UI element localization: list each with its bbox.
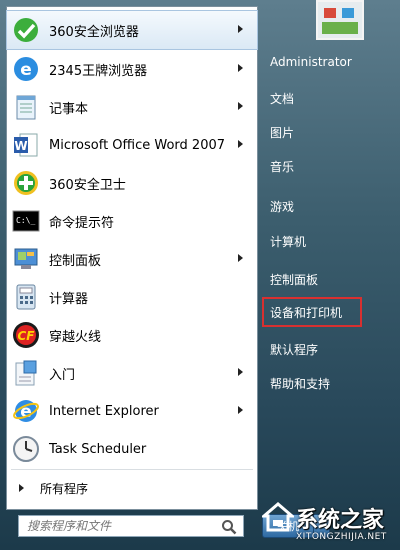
2345-browser-icon: e <box>11 54 41 84</box>
menu-item-label: Internet Explorer <box>49 403 159 419</box>
menu-item-notepad[interactable]: 记事本 <box>7 88 257 126</box>
svg-text:C:\_: C:\_ <box>16 216 35 225</box>
menu-item-crossfire[interactable]: CF 穿越火线 <box>7 316 257 354</box>
search-icon[interactable] <box>221 519 237 539</box>
watermark-logo-icon <box>262 502 294 532</box>
start-menu: 360安全浏览器 e 2345王牌浏览器 记事本 W Microsoft Off… <box>0 0 400 550</box>
word-icon: W <box>11 130 41 160</box>
programs-panel: 360安全浏览器 e 2345王牌浏览器 记事本 W Microsoft Off… <box>6 6 258 510</box>
right-item-help-and-support[interactable]: 帮助和支持 <box>262 368 362 398</box>
right-item-games[interactable]: 游戏 <box>262 191 362 221</box>
submenu-arrow-icon[interactable] <box>238 102 243 110</box>
menu-item-getting-started[interactable]: 入门 <box>7 354 257 392</box>
ie-icon: e <box>11 396 41 426</box>
menu-item-label: 入门 <box>49 367 76 383</box>
notepad-icon <box>11 92 41 122</box>
submenu-arrow-icon[interactable] <box>238 254 243 262</box>
menu-item-label: 穿越火线 <box>49 329 102 345</box>
menu-item-label: 计算器 <box>49 291 89 307</box>
right-item-user[interactable]: Administrator <box>262 47 362 77</box>
menu-item-word-2007[interactable]: W Microsoft Office Word 2007 <box>7 126 257 164</box>
menu-item-label: 2345王牌浏览器 <box>49 63 148 79</box>
svg-text:W: W <box>14 139 27 153</box>
right-item-computer[interactable]: 计算机 <box>262 226 362 256</box>
right-item-pictures[interactable]: 图片 <box>262 117 362 147</box>
search-box[interactable] <box>18 515 244 537</box>
menu-item-label: 命令提示符 <box>49 215 115 231</box>
getting-started-icon <box>11 358 41 388</box>
calculator-icon <box>11 282 41 312</box>
menu-item-label: 记事本 <box>49 101 89 117</box>
watermark-text: 系统之家 <box>296 508 385 533</box>
user-avatar[interactable] <box>316 0 364 40</box>
watermark: 系统之家 XITONGZHIJIA.NET <box>256 496 400 546</box>
menu-item-control-panel[interactable]: 控制面板 <box>7 240 257 278</box>
menu-item-2345-browser[interactable]: e 2345王牌浏览器 <box>7 50 257 88</box>
right-item-music[interactable]: 音乐 <box>262 151 362 181</box>
all-programs-button[interactable]: 所有程序 <box>7 474 257 502</box>
menu-item-label: 360安全浏览器 <box>49 24 139 40</box>
menu-item-label: Microsoft Office Word 2007 <box>49 137 226 153</box>
menu-item-label: 控制面板 <box>49 253 102 269</box>
svg-text:e: e <box>20 60 32 80</box>
submenu-arrow-icon[interactable] <box>238 368 243 376</box>
right-item-control-panel[interactable]: 控制面板 <box>262 264 362 294</box>
menu-item-label: 360安全卫士 <box>49 177 126 193</box>
divider <box>11 469 253 470</box>
right-item-documents[interactable]: 文档 <box>262 83 362 113</box>
menu-item-task-scheduler[interactable]: Task Scheduler <box>7 430 257 468</box>
arrow-right-icon <box>19 484 24 492</box>
menu-item-cmd[interactable]: C:\_ 命令提示符 <box>7 202 257 240</box>
watermark-url: XITONGZHIJIA.NET <box>296 532 387 542</box>
menu-item-label: Task Scheduler <box>49 441 147 457</box>
search-input[interactable] <box>19 518 209 534</box>
all-programs-label: 所有程序 <box>40 481 89 496</box>
menu-item-internet-explorer[interactable]: e Internet Explorer <box>7 392 257 430</box>
task-scheduler-icon <box>11 434 41 464</box>
submenu-arrow-icon[interactable] <box>238 25 243 33</box>
360-browser-icon <box>11 15 41 45</box>
menu-item-360-security[interactable]: 360安全卫士 <box>7 164 257 202</box>
crossfire-icon: CF <box>11 320 41 350</box>
right-item-default-programs[interactable]: 默认程序 <box>262 334 362 364</box>
menu-item-calculator[interactable]: 计算器 <box>7 278 257 316</box>
control-panel-icon <box>11 244 41 274</box>
submenu-arrow-icon[interactable] <box>238 140 243 148</box>
svg-text:CF: CF <box>17 329 35 343</box>
cmd-icon: C:\_ <box>11 206 41 236</box>
360-security-icon <box>11 168 41 198</box>
submenu-arrow-icon[interactable] <box>238 64 243 72</box>
menu-item-360-browser[interactable]: 360安全浏览器 <box>6 10 258 50</box>
submenu-arrow-icon[interactable] <box>238 406 243 414</box>
right-item-devices-and-printers[interactable]: 设备和打印机 <box>262 297 362 327</box>
